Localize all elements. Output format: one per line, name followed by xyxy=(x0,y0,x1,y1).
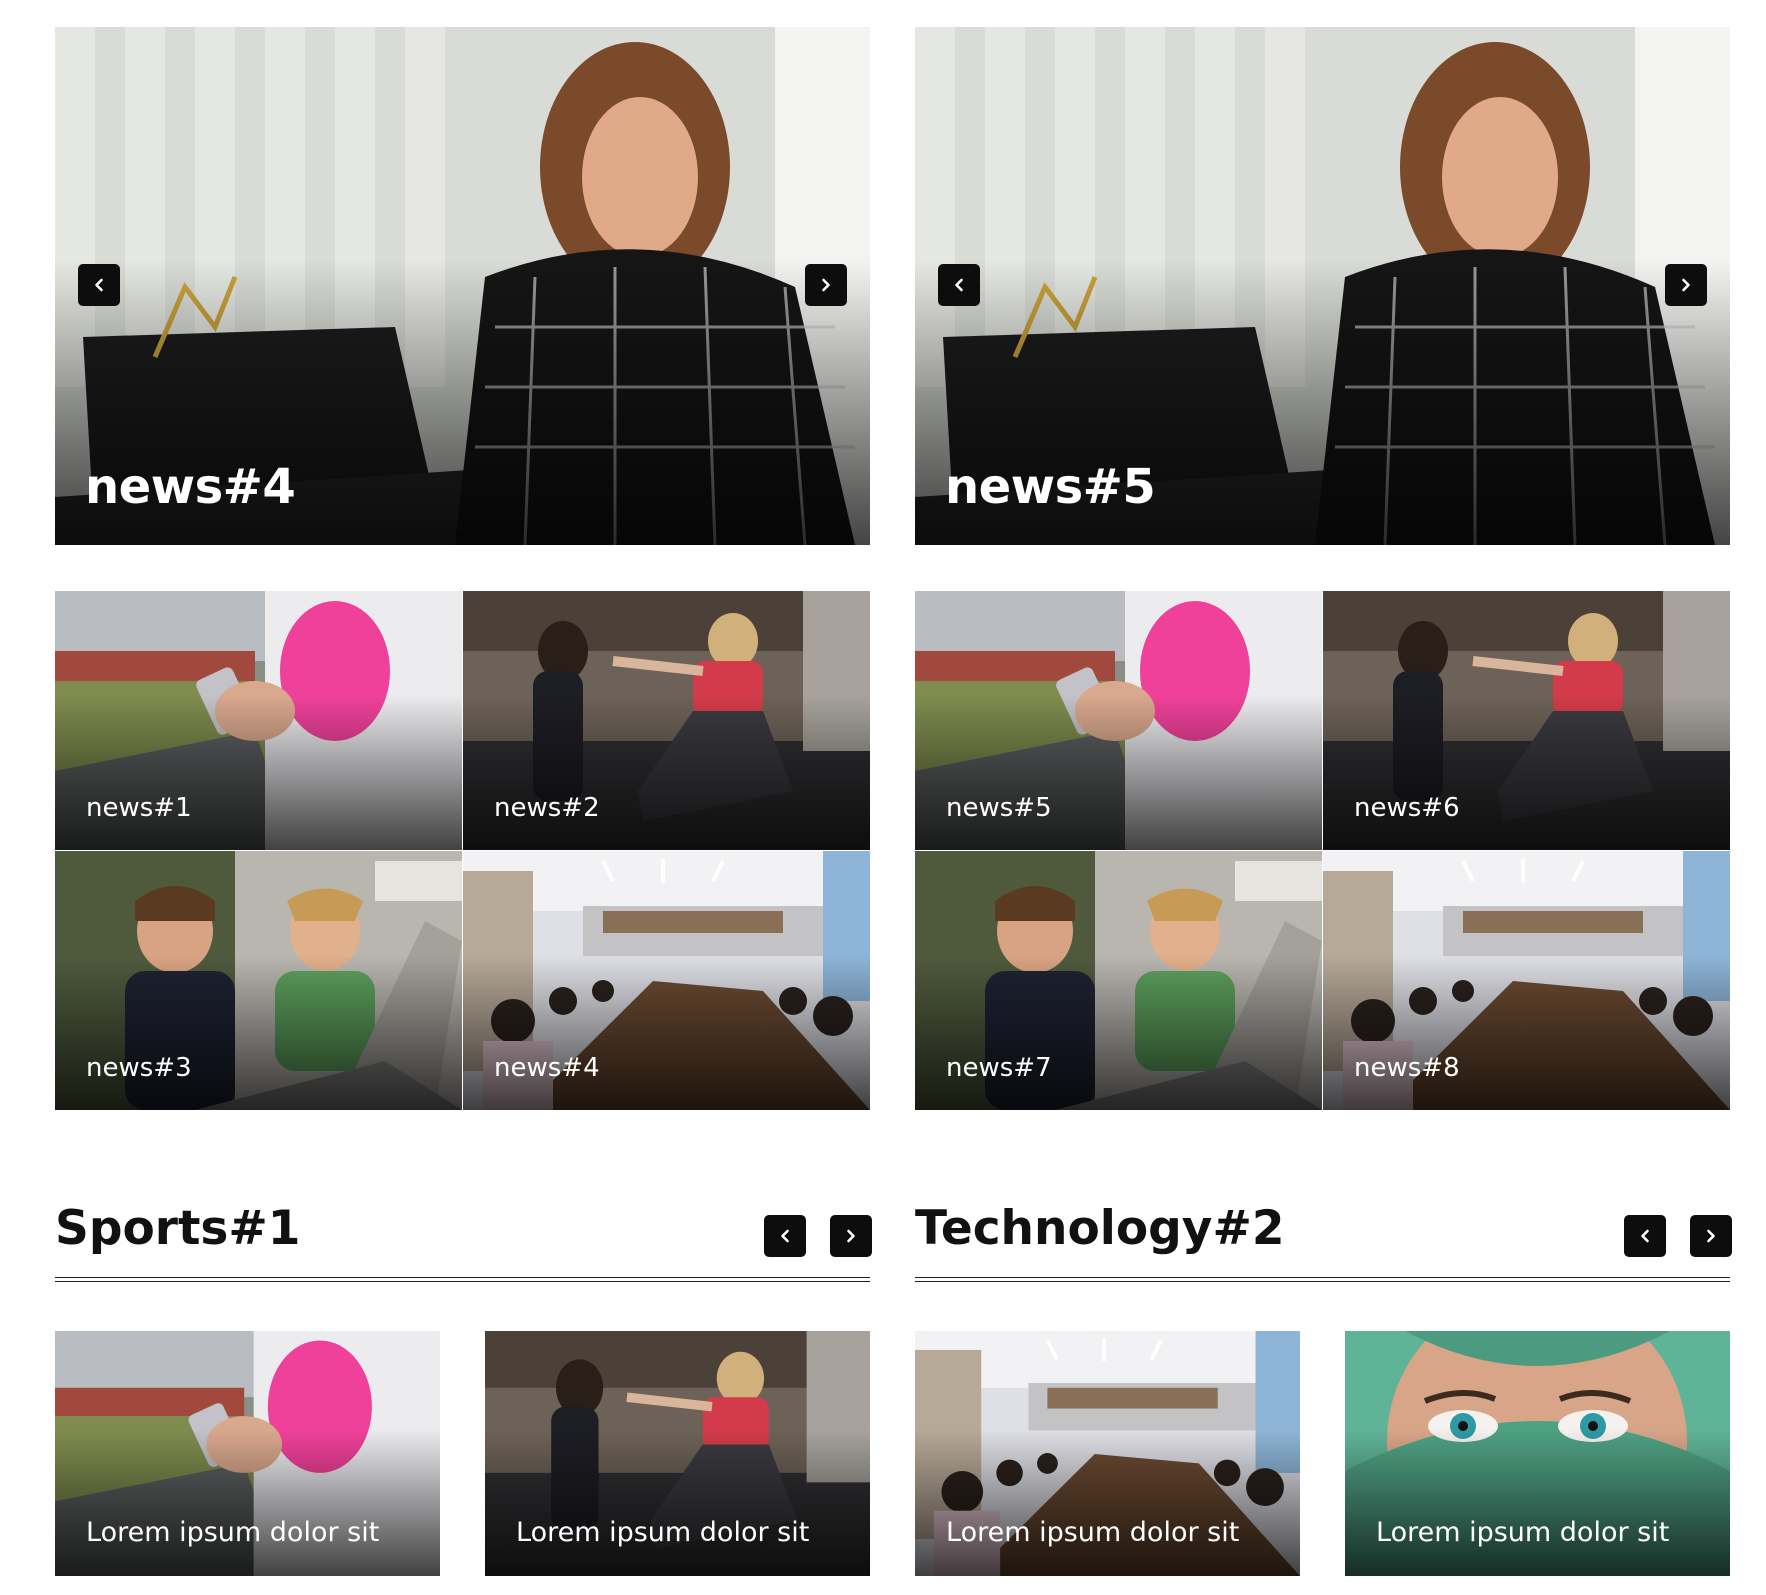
article-card-title[interactable]: Lorem ipsum dolor sit xyxy=(1376,1517,1669,1548)
tile-gradient xyxy=(1323,694,1730,850)
tile-gradient xyxy=(915,694,1322,850)
tile-gradient xyxy=(915,954,1322,1110)
article-card-title[interactable]: Lorem ipsum dolor sit xyxy=(86,1517,379,1548)
chevron-left-icon xyxy=(1638,1229,1652,1243)
hero-slider[interactable]: news#4 xyxy=(55,27,870,545)
news-tile[interactable]: news#6 xyxy=(1323,591,1730,850)
article-card[interactable]: Lorem ipsum dolor sit xyxy=(915,1331,1300,1576)
section-prev-button[interactable] xyxy=(1624,1215,1666,1257)
news-tile-title[interactable]: news#6 xyxy=(1354,793,1460,823)
card-gradient xyxy=(915,1429,1300,1576)
chevron-left-icon xyxy=(952,278,966,292)
news-tile-title[interactable]: news#2 xyxy=(494,793,600,823)
card-gradient xyxy=(485,1429,870,1576)
tile-gradient xyxy=(55,694,462,850)
section-prev-button[interactable] xyxy=(764,1215,806,1257)
section-divider xyxy=(915,1277,1730,1282)
section-next-button[interactable] xyxy=(830,1215,872,1257)
tile-gradient xyxy=(55,954,462,1110)
article-card[interactable]: Lorem ipsum dolor sit xyxy=(1345,1331,1730,1576)
chevron-right-icon xyxy=(819,278,833,292)
news-tile-title[interactable]: news#4 xyxy=(494,1053,600,1083)
section-title: Sports#1 xyxy=(55,1201,301,1256)
news-tile[interactable]: news#4 xyxy=(463,851,870,1110)
hero-title[interactable]: news#5 xyxy=(945,459,1156,515)
news-grid: news#1 news#2 news#3 news#4 xyxy=(55,591,870,1110)
section-header: Technology#2 xyxy=(915,1195,1732,1285)
news-tile[interactable]: news#7 xyxy=(915,851,1322,1110)
news-tile-title[interactable]: news#1 xyxy=(86,793,192,823)
tile-gradient xyxy=(463,954,870,1110)
chevron-left-icon xyxy=(778,1229,792,1243)
news-tile[interactable]: news#8 xyxy=(1323,851,1730,1110)
news-tile-title[interactable]: news#8 xyxy=(1354,1053,1460,1083)
section-next-button[interactable] xyxy=(1690,1215,1732,1257)
hero-prev-button[interactable] xyxy=(78,264,120,306)
news-tile[interactable]: news#3 xyxy=(55,851,462,1110)
article-card[interactable]: Lorem ipsum dolor sit xyxy=(55,1331,440,1576)
news-tile[interactable]: news#1 xyxy=(55,591,462,850)
chevron-left-icon xyxy=(92,278,106,292)
news-grid: news#5 news#6 news#7 news#8 xyxy=(915,591,1730,1110)
hero-next-button[interactable] xyxy=(805,264,847,306)
section-divider xyxy=(55,1277,870,1282)
section-carousel: Lorem ipsum dolor sit Lorem ipsum dolor … xyxy=(915,1331,1730,1576)
hero-title[interactable]: news#4 xyxy=(85,459,296,515)
card-gradient xyxy=(1345,1429,1730,1576)
chevron-right-icon xyxy=(844,1229,858,1243)
news-tile-title[interactable]: news#7 xyxy=(946,1053,1052,1083)
chevron-right-icon xyxy=(1679,278,1693,292)
card-gradient xyxy=(55,1429,440,1576)
hero-prev-button[interactable] xyxy=(938,264,980,306)
article-card[interactable]: Lorem ipsum dolor sit xyxy=(485,1331,870,1576)
news-tile-title[interactable]: news#5 xyxy=(946,793,1052,823)
hero-next-button[interactable] xyxy=(1665,264,1707,306)
news-tile[interactable]: news#5 xyxy=(915,591,1322,850)
section-carousel: Lorem ipsum dolor sit Lorem ipsum dolor … xyxy=(55,1331,870,1576)
hero-slider[interactable]: news#5 xyxy=(915,27,1730,545)
tile-gradient xyxy=(1323,954,1730,1110)
news-tile-title[interactable]: news#3 xyxy=(86,1053,192,1083)
tile-gradient xyxy=(463,694,870,850)
news-tile[interactable]: news#2 xyxy=(463,591,870,850)
article-card-title[interactable]: Lorem ipsum dolor sit xyxy=(946,1517,1239,1548)
chevron-right-icon xyxy=(1704,1229,1718,1243)
article-card-title[interactable]: Lorem ipsum dolor sit xyxy=(516,1517,809,1548)
section-title: Technology#2 xyxy=(915,1201,1285,1256)
section-header: Sports#1 xyxy=(55,1195,872,1285)
